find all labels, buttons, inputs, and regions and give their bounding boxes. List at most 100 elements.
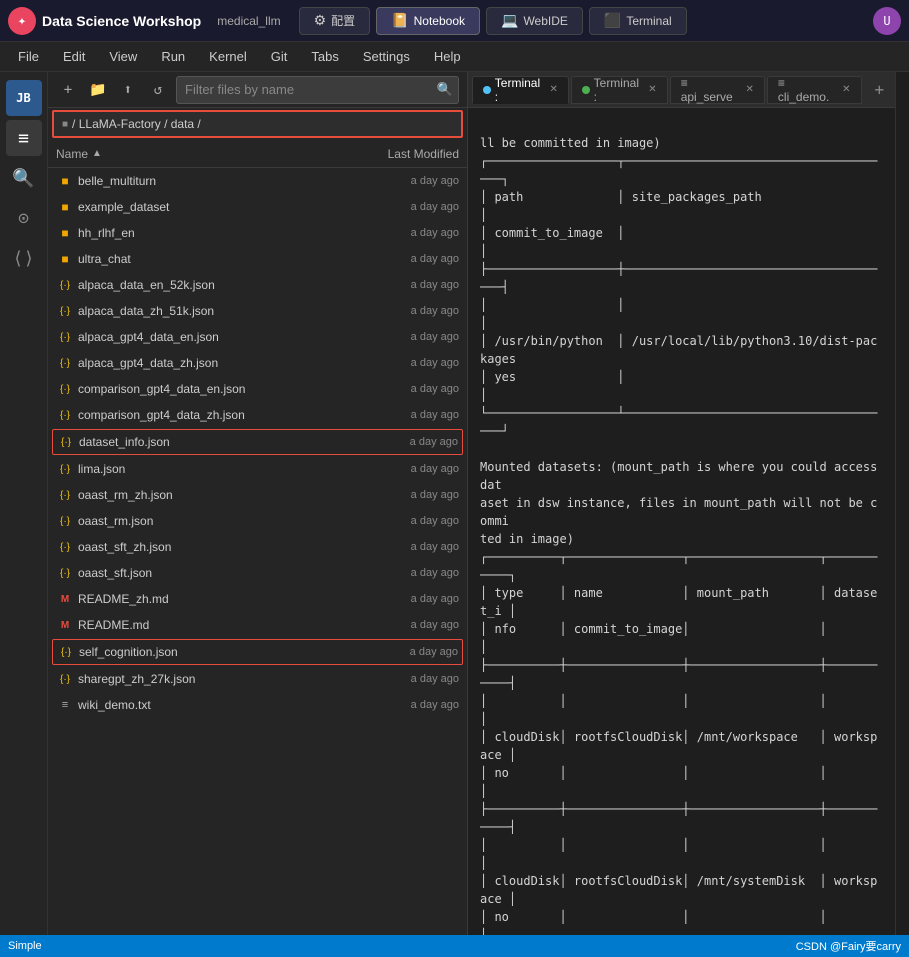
list-item[interactable]: {·}oaast_rm_zh.jsona day ago: [48, 482, 467, 508]
menu-edit[interactable]: Edit: [53, 47, 95, 66]
list-item[interactable]: ≡wiki_demo.txta day ago: [48, 692, 467, 718]
file-modified: a day ago: [359, 463, 459, 475]
list-item[interactable]: ■example_dataseta day ago: [48, 194, 467, 220]
file-name: hh_rlhf_en: [78, 226, 359, 240]
list-item[interactable]: ■hh_rlhf_ena day ago: [48, 220, 467, 246]
right-scrollbar: [895, 72, 909, 957]
list-item[interactable]: ■ultra_chata day ago: [48, 246, 467, 272]
new-file-button[interactable]: +: [56, 78, 80, 102]
terminal-add-tab-button[interactable]: +: [868, 78, 892, 102]
file-name: ultra_chat: [78, 252, 359, 266]
file-modified: a day ago: [359, 541, 459, 553]
menu-help[interactable]: Help: [424, 47, 471, 66]
terminal-content[interactable]: ll be committed in image) ┌─────────────…: [468, 108, 895, 957]
list-item[interactable]: {·}lima.jsona day ago: [48, 456, 467, 482]
term-line: │ type │ name │ mount_path │ dataset_i │: [480, 586, 877, 618]
file-modified: a day ago: [358, 436, 458, 448]
search-input[interactable]: [176, 76, 459, 104]
terminal-tab-3[interactable]: ≡ cli_demo. ✕: [767, 76, 862, 104]
terminal-tab-0[interactable]: Terminal : ✕: [472, 76, 569, 104]
folder-icon: ■: [56, 174, 74, 188]
list-item[interactable]: M README_zh.mda day ago: [48, 586, 467, 612]
menu-git[interactable]: Git: [261, 47, 298, 66]
tab-terminal[interactable]: ⬛ Terminal: [589, 7, 687, 35]
file-explorer: + 📁 ⬆ ↺ 🔍 ■ / LLaMA-Factory / data / Nam…: [48, 72, 468, 957]
json-icon: {·}: [56, 358, 74, 369]
list-item[interactable]: {·}sharegpt_zh_27k.jsona day ago: [48, 666, 467, 692]
explorer-icon[interactable]: ≡: [6, 120, 42, 156]
json-icon: {·}: [56, 384, 74, 395]
main-layout: JB ≡ 🔍 ⊙ ⟨⟩ + 📁 ⬆ ↺ 🔍 ■ / LLaMA-Factory …: [0, 72, 909, 957]
col-name-header[interactable]: Name ▲: [56, 147, 359, 161]
search-container: 🔍: [176, 76, 459, 104]
app-title: Data Science Workshop: [42, 13, 201, 29]
list-item[interactable]: ■belle_multiturna day ago: [48, 168, 467, 194]
terminal-tab-1[interactable]: Terminal : ✕: [571, 76, 668, 104]
statusbar: Simple CSDN @Fairy要carry: [0, 935, 909, 957]
tab-config[interactable]: ⚙ 配置: [299, 7, 371, 35]
folder-icon: ■: [56, 252, 74, 266]
term-line: │ commit_to_image │ │: [480, 226, 895, 258]
txt-icon: ≡: [56, 699, 74, 711]
file-modified: a day ago: [359, 357, 459, 369]
file-modified: a day ago: [359, 489, 459, 501]
menu-file[interactable]: File: [8, 47, 49, 66]
config-icon: ⚙: [314, 12, 327, 29]
list-item[interactable]: {·}alpaca_gpt4_data_en.jsona day ago: [48, 324, 467, 350]
col-modified-header[interactable]: Last Modified: [359, 147, 459, 161]
menu-tabs[interactable]: Tabs: [301, 47, 348, 66]
refresh-button[interactable]: ↺: [146, 78, 170, 102]
file-list: ■belle_multiturna day ago■example_datase…: [48, 168, 467, 957]
search-icon[interactable]: 🔍: [437, 82, 453, 97]
json-icon: {·}: [56, 516, 74, 527]
extensions-icon[interactable]: ⟨⟩: [6, 240, 42, 276]
list-item[interactable]: {·}dataset_info.jsona day ago: [52, 429, 463, 455]
term-line: ├──────────────────┼────────────────────…: [480, 262, 877, 294]
file-modified: a day ago: [359, 175, 459, 187]
list-item[interactable]: {·}oaast_rm.jsona day ago: [48, 508, 467, 534]
json-icon: {·}: [56, 542, 74, 553]
term-line: ┌──────────┬────────────────┬───────────…: [480, 550, 877, 582]
upload-button[interactable]: ⬆: [116, 78, 140, 102]
list-item[interactable]: {·}oaast_sft_zh.jsona day ago: [48, 534, 467, 560]
term-line: │ nfo │ commit_to_image│ │ │: [480, 622, 895, 654]
json-icon: {·}: [56, 464, 74, 475]
tab-webide[interactable]: 💻 WebIDE: [486, 7, 583, 35]
menu-run[interactable]: Run: [151, 47, 195, 66]
tab-webide-label: WebIDE: [523, 14, 567, 28]
list-item[interactable]: {·}comparison_gpt4_data_zh.jsona day ago: [48, 402, 467, 428]
terminal-tab-close-2[interactable]: ✕: [746, 84, 754, 95]
file-modified: a day ago: [359, 593, 459, 605]
tab-notebook[interactable]: 📔 Notebook: [376, 7, 480, 35]
list-item[interactable]: {·}alpaca_data_zh_51k.jsona day ago: [48, 298, 467, 324]
terminal-tab-close-1[interactable]: ✕: [648, 84, 656, 95]
list-item[interactable]: {·}alpaca_gpt4_data_zh.jsona day ago: [48, 350, 467, 376]
search-activity-icon[interactable]: 🔍: [6, 160, 42, 196]
terminal-tab-close-0[interactable]: ✕: [549, 84, 557, 95]
list-item[interactable]: MREADME.mda day ago: [48, 612, 467, 638]
file-name: README_zh.md: [78, 592, 359, 606]
md-icon: M: [56, 620, 74, 631]
jb-logo-icon: JB: [6, 80, 42, 116]
new-folder-button[interactable]: 📁: [86, 78, 110, 102]
list-item[interactable]: {·}comparison_gpt4_data_en.jsona day ago: [48, 376, 467, 402]
git-icon[interactable]: ⊙: [6, 200, 42, 236]
term-line: │ /usr/bin/python │ /usr/local/lib/pytho…: [480, 334, 877, 366]
menu-settings[interactable]: Settings: [353, 47, 420, 66]
user-avatar[interactable]: U: [873, 7, 901, 35]
term-line: aset in dsw instance, files in mount_pat…: [480, 496, 877, 528]
topbar: ✦ Data Science Workshop medical_llm ⚙ 配置…: [0, 0, 909, 42]
terminal-tab-label-2: ≡ api_serve: [681, 76, 742, 104]
list-item[interactable]: {·}oaast_sft.jsona day ago: [48, 560, 467, 586]
json-icon: {·}: [56, 332, 74, 343]
list-item[interactable]: {·}alpaca_data_en_52k.jsona day ago: [48, 272, 467, 298]
tab-indicator-1: [582, 86, 590, 94]
file-name: dataset_info.json: [79, 435, 358, 449]
menu-view[interactable]: View: [99, 47, 147, 66]
list-item[interactable]: {·}self_cognition.jsona day ago: [52, 639, 463, 665]
statusbar-right: CSDN @Fairy要carry: [796, 938, 901, 954]
terminal-tab-close-3[interactable]: ✕: [842, 84, 850, 95]
menu-kernel[interactable]: Kernel: [199, 47, 257, 66]
md-icon: M: [56, 594, 74, 605]
terminal-tab-2[interactable]: ≡ api_serve ✕: [670, 76, 765, 104]
